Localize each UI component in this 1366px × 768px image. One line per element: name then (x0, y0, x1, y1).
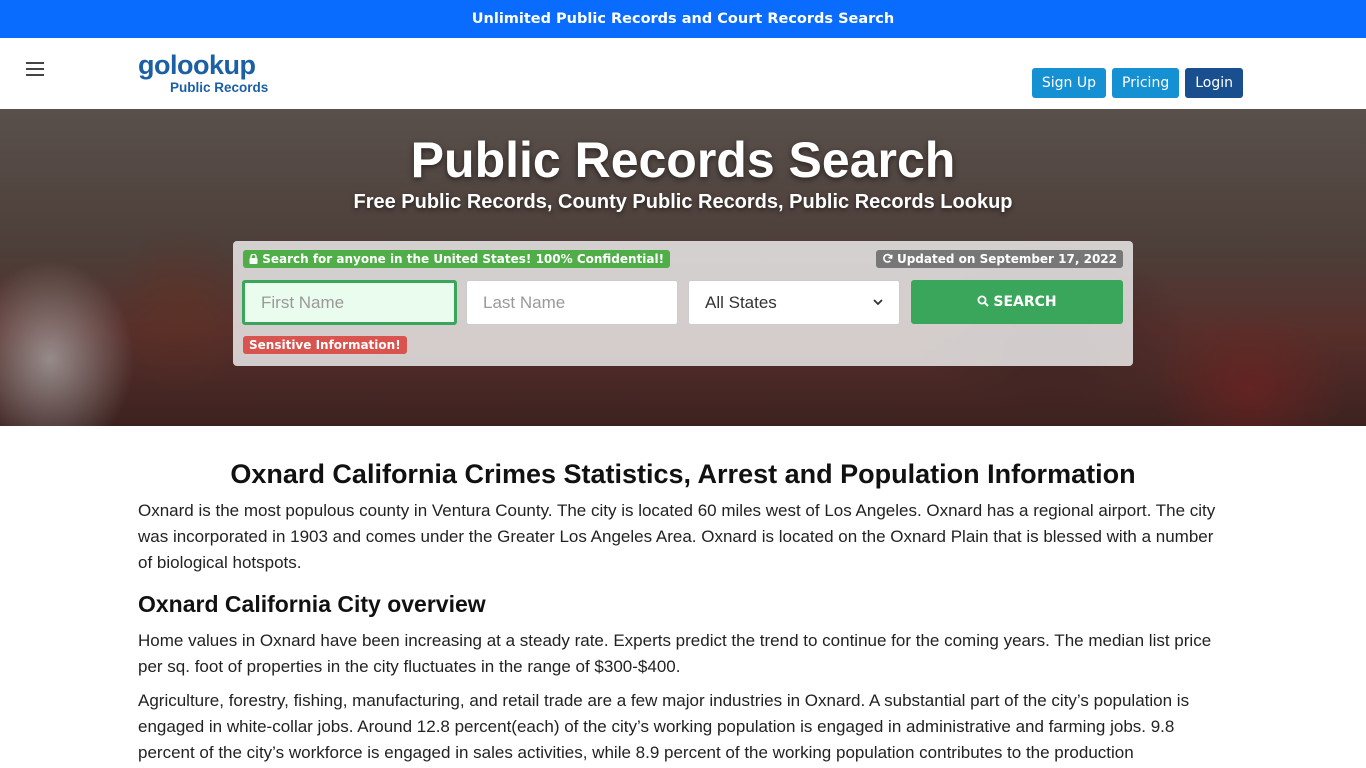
search-panel: Search for anyone in the United States! … (233, 241, 1133, 366)
first-name-input[interactable]: First Name (242, 280, 457, 325)
search-icon (977, 294, 990, 310)
pricing-button[interactable]: Pricing (1112, 68, 1180, 98)
logo-wordmark: golookup (138, 50, 256, 80)
hero-banner: Public Records Search Free Public Record… (0, 109, 1366, 426)
lock-icon (249, 252, 262, 266)
top-announcement-bar: Unlimited Public Records and Court Recor… (0, 0, 1366, 38)
hamburger-icon[interactable] (26, 62, 44, 76)
first-name-placeholder: First Name (261, 292, 345, 312)
last-name-input[interactable]: Last Name (466, 280, 678, 325)
unlimited-records-link[interactable]: Unlimited Public Records and Court Recor… (472, 11, 894, 27)
article-title: Oxnard California Crimes Statistics, Arr… (230, 459, 1136, 489)
logo[interactable]: golookup Public Records (138, 52, 268, 95)
hero-subtitle: Free Public Records, County Public Recor… (353, 191, 1013, 213)
last-name-placeholder: Last Name (483, 292, 566, 312)
state-select[interactable]: All States (688, 280, 900, 325)
login-button[interactable]: Login (1185, 68, 1243, 98)
article-paragraph: Home values in Oxnard have been increasi… (138, 631, 1212, 676)
confidential-text: Search for anyone in the United States! … (262, 252, 665, 266)
search-button[interactable]: SEARCH (911, 280, 1123, 324)
sensitive-badge: Sensitive Information! (243, 336, 407, 354)
nav-buttons: Sign Up Pricing Login (1031, 68, 1243, 98)
logo-tagline: Public Records (170, 80, 269, 95)
confidential-badge: Search for anyone in the United States! … (243, 250, 671, 268)
state-selected-value: All States (705, 292, 777, 312)
refresh-icon (882, 252, 897, 266)
search-button-label: SEARCH (993, 294, 1057, 310)
article-intro: Oxnard is the most populous county in Ve… (138, 501, 1216, 572)
updated-badge: Updated on September 17, 2022 (875, 250, 1123, 268)
signup-button[interactable]: Sign Up (1031, 68, 1107, 98)
chevron-down-icon (873, 297, 883, 309)
navbar: golookup Public Records Sign Up Pricing … (0, 38, 1366, 109)
article-paragraph: Agriculture, forestry, fishing, manufact… (138, 691, 1190, 762)
updated-text: Updated on September 17, 2022 (896, 252, 1117, 266)
hero-title: Public Records Search (410, 132, 956, 188)
section-heading: Oxnard California City overview (138, 591, 486, 617)
article: Oxnard California Crimes Statistics, Arr… (0, 459, 1366, 766)
